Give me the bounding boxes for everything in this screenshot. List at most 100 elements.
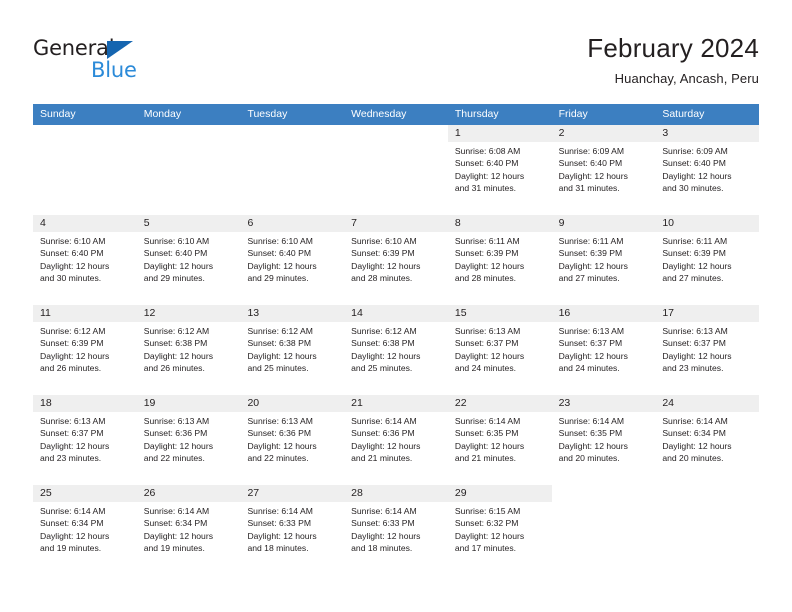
day-details: Sunrise: 6:14 AM Sunset: 6:34 PM Daylight:… — [662, 415, 752, 465]
day-number: 9 — [558, 217, 565, 229]
day-cell[interactable]: 27 Sunrise: 6:14 AM Sunset: 6:33 PM Dayligh… — [240, 485, 345, 575]
day-detail-line: Sunrise: 6:14 AM — [143, 506, 210, 516]
day-detail-line: Daylight: 12 hours — [454, 350, 525, 361]
day-cell[interactable]: 2 Sunrise: 6:09 AM Sunset: 6:40 PM Daylight… — [551, 125, 656, 215]
day-detail-line: Daylight: 12 hours — [247, 440, 317, 451]
day-details: Sunrise: 6:09 AM Sunset: 6:40 PM Daylight:… — [662, 145, 752, 195]
day-detail-line: Sunrise: 6:10 AM — [351, 236, 417, 246]
day-number: 14 — [351, 307, 363, 319]
day-cell[interactable]: 1 Sunrise: 6:08 AM Sunset: 6:40 PM Daylight… — [447, 125, 552, 215]
day-detail-line: Sunrise: 6:14 AM — [454, 416, 521, 426]
day-detail-line: and 23 minutes. — [662, 363, 724, 374]
day-details: Sunrise: 6:14 AM Sunset: 6:35 PM Daylight:… — [559, 415, 649, 465]
day-cell[interactable]: 12 Sunrise: 6:12 AM Sunset: 6:38 PM Dayligh… — [136, 305, 241, 395]
day-detail-line: and 25 minutes. — [351, 363, 413, 374]
page-subtitle: Huanchay, Ancash, Peru — [614, 71, 759, 86]
general-blue-logo[interactable]: General Blue — [33, 36, 233, 84]
day-number: 28 — [351, 487, 363, 499]
day-detail-line: Daylight: 12 hours — [351, 260, 421, 271]
empty-cell — [655, 485, 759, 575]
day-details: Sunrise: 6:11 AM Sunset: 6:39 PM Daylight:… — [662, 235, 752, 285]
day-cell[interactable]: 9 Sunrise: 6:11 AM Sunset: 6:39 PM Daylight… — [551, 215, 656, 305]
day-detail-line: Daylight: 12 hours — [662, 170, 732, 181]
day-number: 13 — [247, 307, 260, 319]
day-detail-line: Sunset: 6:34 PM — [662, 428, 726, 439]
day-detail-line: Daylight: 12 hours — [143, 530, 213, 541]
day-cell[interactable]: 25 Sunrise: 6:14 AM Sunset: 6:34 PM Dayligh… — [33, 485, 137, 575]
day-detail-line: Daylight: 12 hours — [662, 350, 732, 361]
day-detail-line: and 19 minutes. — [143, 543, 205, 554]
day-detail-line: Sunset: 6:40 PM — [454, 158, 519, 169]
day-cell[interactable]: 22 Sunrise: 6:14 AM Sunset: 6:35 PM Dayligh… — [447, 395, 552, 485]
calendar-table: Sunday Monday Tuesday Wednesday Thursday Frid… — [33, 104, 760, 575]
week-cells: 18 Sunrise: 6:13 AM Sunset: 6:37 PM Dayligh… — [33, 395, 760, 485]
day-number: 7 — [351, 217, 357, 229]
day-cell[interactable]: 4 Sunrise: 6:10 AM Sunset: 6:40 PM Daylight… — [33, 215, 137, 305]
day-detail-line: and 18 minutes. — [351, 543, 413, 554]
day-cell[interactable]: 8 Sunrise: 6:11 AM Sunset: 6:39 PM Daylight… — [447, 215, 552, 305]
calendar-week-row: 11 Sunrise: 6:12 AM Sunset: 6:39 PM Dayligh… — [33, 305, 760, 395]
day-details: Sunrise: 6:10 AM Sunset: 6:40 PM Daylight:… — [144, 235, 234, 285]
calendar-week-row: 1 Sunrise: 6:08 AM Sunset: 6:40 PM Daylight… — [33, 125, 760, 215]
day-detail-line: Daylight: 12 hours — [247, 260, 317, 271]
day-cell[interactable]: 5 Sunrise: 6:10 AM Sunset: 6:40 PM Daylight… — [136, 215, 241, 305]
day-cell[interactable]: 13 Sunrise: 6:12 AM Sunset: 6:38 PM Dayligh… — [240, 305, 345, 395]
day-number: 3 — [662, 127, 669, 139]
day-detail-line: and 28 minutes. — [351, 273, 413, 284]
day-detail-line: and 24 minutes. — [558, 363, 620, 374]
day-cell[interactable]: 17 Sunrise: 6:13 AM Sunset: 6:37 PM Dayligh… — [655, 305, 760, 395]
day-detail-line: Sunset: 6:37 PM — [454, 338, 519, 349]
day-cell[interactable]: 20 Sunrise: 6:13 AM Sunset: 6:36 PM Dayligh… — [240, 395, 345, 485]
day-detail-line: Daylight: 12 hours — [143, 440, 213, 451]
day-cell[interactable]: 6 Sunrise: 6:10 AM Sunset: 6:40 PM Daylight… — [240, 215, 345, 305]
day-number: 15 — [454, 307, 467, 319]
day-detail-line: and 17 minutes. — [454, 543, 517, 554]
day-detail-line: Sunset: 6:36 PM — [247, 428, 311, 439]
day-cell[interactable]: 15 Sunrise: 6:13 AM Sunset: 6:37 PM Dayligh… — [447, 305, 552, 395]
day-cell[interactable]: 3 Sunrise: 6:09 AM Sunset: 6:40 PM Daylight… — [655, 125, 760, 215]
day-detail-line: Sunset: 6:36 PM — [143, 428, 208, 439]
day-detail-line: Sunrise: 6:14 AM — [558, 416, 625, 426]
day-detail-line: Sunrise: 6:09 AM — [558, 146, 625, 156]
day-detail-line: Sunset: 6:34 PM — [143, 518, 208, 529]
day-details: Sunrise: 6:10 AM Sunset: 6:39 PM Daylight:… — [351, 235, 441, 285]
day-detail-line: Sunrise: 6:10 AM — [247, 236, 313, 246]
day-number: 27 — [247, 487, 260, 499]
day-detail-line: Sunrise: 6:13 AM — [558, 326, 625, 336]
day-cell[interactable]: 11 Sunrise: 6:12 AM Sunset: 6:39 PM Dayligh… — [33, 305, 137, 395]
day-cell[interactable]: 23 Sunrise: 6:14 AM Sunset: 6:35 PM Dayligh… — [551, 395, 656, 485]
day-details: Sunrise: 6:15 AM Sunset: 6:32 PM Daylight:… — [455, 505, 545, 555]
weekday-header-monday: Monday — [143, 108, 182, 120]
calendar-weeks: 1 Sunrise: 6:08 AM Sunset: 6:40 PM Daylight… — [33, 125, 760, 575]
day-cell[interactable]: 14 Sunrise: 6:12 AM Sunset: 6:38 PM Dayligh… — [344, 305, 448, 395]
day-detail-line: Sunrise: 6:14 AM — [351, 416, 417, 426]
day-cell[interactable]: 28 Sunrise: 6:14 AM Sunset: 6:33 PM Dayligh… — [344, 485, 448, 575]
day-cell[interactable]: 10 Sunrise: 6:11 AM Sunset: 6:39 PM Dayligh… — [655, 215, 760, 305]
day-detail-line: Daylight: 12 hours — [454, 260, 525, 271]
day-cell[interactable]: 29 Sunrise: 6:15 AM Sunset: 6:32 PM Dayligh… — [447, 485, 552, 575]
day-cell[interactable]: 21 Sunrise: 6:14 AM Sunset: 6:36 PM Dayligh… — [344, 395, 448, 485]
day-detail-line: Sunset: 6:37 PM — [558, 338, 623, 349]
day-detail-line: and 22 minutes. — [247, 453, 309, 464]
day-detail-line: Daylight: 12 hours — [454, 170, 525, 181]
day-detail-line: and 22 minutes. — [143, 453, 205, 464]
day-detail-line: Sunrise: 6:13 AM — [662, 326, 728, 336]
day-detail-line: Sunset: 6:32 PM — [454, 518, 519, 529]
day-detail-line: Daylight: 12 hours — [558, 350, 628, 361]
day-cell[interactable]: 19 Sunrise: 6:13 AM Sunset: 6:36 PM Dayligh… — [136, 395, 241, 485]
day-cell[interactable]: 26 Sunrise: 6:14 AM Sunset: 6:34 PM Dayligh… — [136, 485, 241, 575]
day-cell[interactable]: 18 Sunrise: 6:13 AM Sunset: 6:37 PM Dayligh… — [33, 395, 137, 485]
day-cell[interactable]: 7 Sunrise: 6:10 AM Sunset: 6:39 PM Daylight… — [344, 215, 448, 305]
day-detail-line: Daylight: 12 hours — [143, 260, 213, 271]
day-detail-line: and 20 minutes. — [662, 453, 724, 464]
day-detail-line: Sunrise: 6:09 AM — [662, 146, 728, 156]
title-block: February 2024 Huanchay, Ancash, Peru — [587, 32, 759, 88]
day-detail-line: Sunset: 6:40 PM — [558, 158, 623, 169]
day-detail-line: Sunset: 6:33 PM — [247, 518, 311, 529]
day-detail-line: Sunset: 6:34 PM — [40, 518, 104, 529]
day-cell[interactable]: 24 Sunrise: 6:14 AM Sunset: 6:34 PM Dayligh… — [655, 395, 760, 485]
day-details: Sunrise: 6:14 AM Sunset: 6:36 PM Daylight:… — [351, 415, 441, 465]
day-cell[interactable]: 16 Sunrise: 6:13 AM Sunset: 6:37 PM Dayligh… — [551, 305, 656, 395]
day-detail-line: Daylight: 12 hours — [40, 350, 110, 361]
day-detail-line: Daylight: 12 hours — [351, 350, 421, 361]
